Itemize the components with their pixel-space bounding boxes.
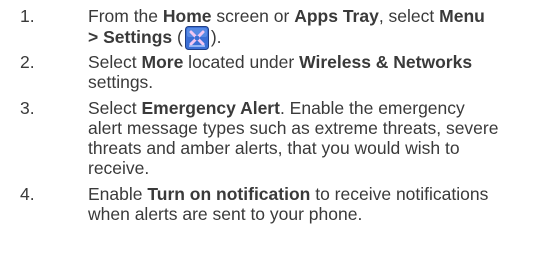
step-line: alert message types such as extreme thre… xyxy=(88,118,558,138)
text-fragment: alert message types such as extreme thre… xyxy=(88,118,499,138)
bold-term: Apps Tray xyxy=(294,6,379,26)
text-fragment: Select xyxy=(88,52,142,72)
step-line: when alerts are sent to your phone. xyxy=(88,204,558,224)
bold-term: > Settings xyxy=(88,27,173,47)
bold-term: Turn on notification xyxy=(147,184,311,204)
step-text: Select Emergency Alert. Enable the emerg… xyxy=(88,98,558,178)
step-number: 4. xyxy=(20,184,35,204)
text-fragment: Select xyxy=(88,98,142,118)
text-fragment: Enable xyxy=(88,184,148,204)
text-fragment: ( xyxy=(172,27,183,47)
text-fragment: located under xyxy=(183,52,300,72)
bold-term: More xyxy=(141,52,184,72)
bold-term: Emergency Alert xyxy=(141,98,280,118)
step-line: receive. xyxy=(88,158,558,178)
bold-term: Menu xyxy=(439,6,485,26)
text-fragment: settings. xyxy=(88,72,154,92)
step-text: Select More located under Wireless & Net… xyxy=(88,52,558,92)
step-line: Select Emergency Alert. Enable the emerg… xyxy=(88,98,558,118)
text-fragment: From the xyxy=(88,6,163,26)
step-number: 1. xyxy=(20,6,35,26)
step-line: threats and amber alerts, that you would… xyxy=(88,138,558,158)
text-fragment: to receive notifications xyxy=(310,184,489,204)
bold-term: Home xyxy=(162,6,212,26)
text-fragment: screen or xyxy=(211,6,295,26)
settings-icon xyxy=(184,26,209,50)
step-text: From the Home screen or Apps Tray, selec… xyxy=(88,6,558,50)
text-fragment: when alerts are sent to your phone. xyxy=(88,204,363,224)
bold-term: Wireless & Networks xyxy=(299,52,473,72)
step-line: > Settings (). xyxy=(88,26,558,50)
text-fragment: receive. xyxy=(88,158,150,178)
step-number: 3. xyxy=(20,98,35,118)
text-fragment: . Enable the emergency xyxy=(279,98,465,118)
text-fragment: , select xyxy=(378,6,440,26)
step-number: 2. xyxy=(20,52,35,72)
step-line: Enable Turn on notification to receive n… xyxy=(88,184,558,204)
step-line: From the Home screen or Apps Tray, selec… xyxy=(88,6,558,26)
step-line: Select More located under Wireless & Net… xyxy=(88,52,558,72)
step-text: Enable Turn on notification to receive n… xyxy=(88,184,558,224)
text-fragment: ). xyxy=(210,27,222,47)
step-line: settings. xyxy=(88,72,558,92)
text-fragment: threats and amber alerts, that you would… xyxy=(88,138,460,158)
